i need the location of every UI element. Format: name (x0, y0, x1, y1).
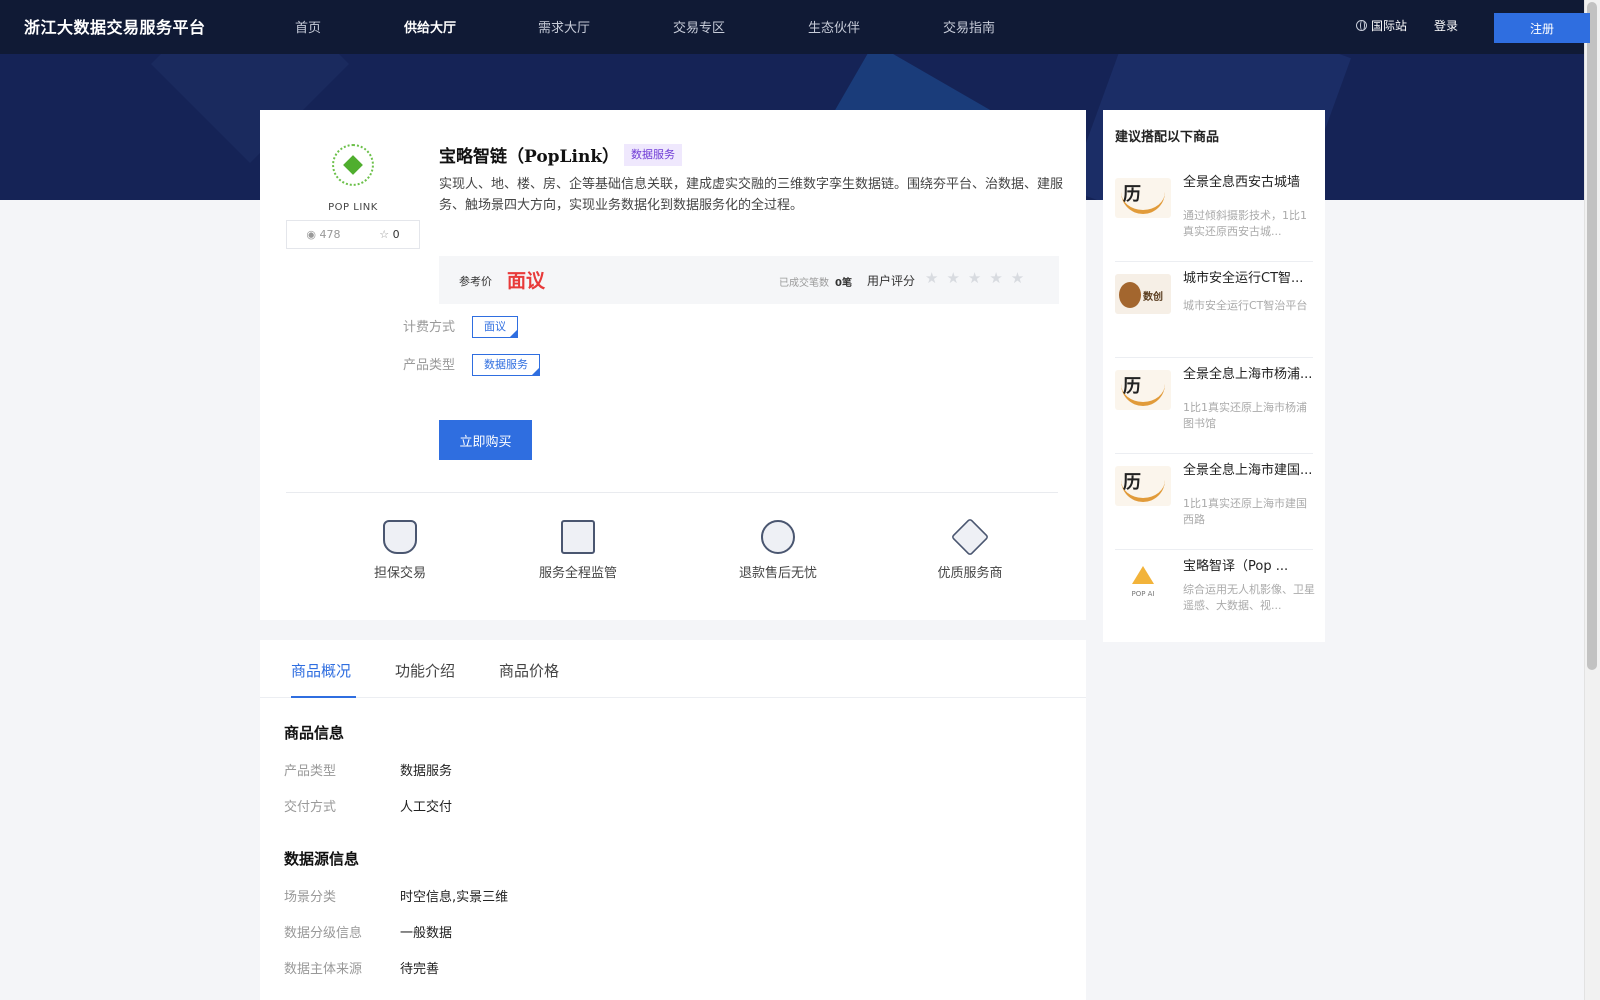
product-title: 宝略智链（PopLink） (439, 147, 620, 167)
star-count[interactable]: ☆ 0 (379, 228, 399, 241)
product-stats: ◉ 478 ☆ 0 (286, 220, 420, 249)
buy-now-button[interactable]: 立即购买 (439, 420, 532, 460)
feature-service-supervision: 服务全程监管 (518, 520, 638, 581)
tab-product-price[interactable]: 商品价格 (499, 660, 559, 681)
feature-refund-after-sales: 退款售后无忧 (718, 520, 838, 581)
feature-quality-provider: 优质服务商 (920, 517, 1020, 581)
info-row-value: 一般数据 (400, 926, 453, 941)
data-source-info-title: 数据源信息 (284, 850, 360, 868)
recommended-item-desc: 通过倾斜摄影技术，1比1真实还原西安古城... (1183, 209, 1307, 238)
info-row-label: 交付方式 (284, 800, 337, 815)
product-thumbnail: 历 (1115, 370, 1171, 410)
recommended-products-panel: 建议搭配以下商品 历 全景全息西安古城墙 通过倾斜摄影技术，1比1真实还原西安古… (1103, 110, 1325, 642)
recommended-item[interactable]: 数创 城市安全运行CT智... 城市安全运行CT智治平台 (1115, 262, 1313, 358)
recommended-item[interactable]: 历 全景全息上海市建国... 1比1真实还原上海市建国西路 (1115, 454, 1313, 550)
tab-divider (260, 697, 1086, 698)
tab-feature-intro[interactable]: 功能介绍 (395, 660, 455, 681)
info-row-label: 数据主体来源 (284, 962, 363, 977)
trade-count-value: 0笔 (835, 278, 852, 289)
shield-icon (383, 520, 417, 554)
recommended-item-name: 城市安全运行CT智... (1183, 271, 1304, 286)
info-row-value: 待完善 (400, 962, 440, 977)
recommended-item-desc: 1比1真实还原上海市杨浦图书馆 (1183, 401, 1307, 430)
product-card: POP LINK ◉ 478 ☆ 0 宝略智链（PopLink） 数据服务 实现… (260, 110, 1086, 620)
view-count-value: 478 (319, 228, 341, 241)
recommended-item-name: 全景全息上海市杨浦... (1183, 367, 1313, 382)
international-site-link[interactable]: 国际站 (1356, 17, 1407, 34)
recommended-item[interactable]: POP AI 宝略智译（Pop ... 综合运用无人机影像、卫星遥感、大数据、视… (1115, 550, 1315, 642)
feature-label: 服务全程监管 (538, 566, 617, 581)
tab-product-overview[interactable]: 商品概况 (291, 660, 351, 681)
feature-label: 优质服务商 (937, 566, 1003, 581)
price-panel: 参考价 面议 已成交笔数 0笔 用户评分 ★★★★★ (439, 256, 1059, 304)
recommended-item-desc: 1比1真实还原上海市建国西路 (1183, 497, 1307, 526)
product-thumbnail: 数创 (1115, 274, 1171, 314)
user-rating-label: 用户评分 (867, 274, 916, 288)
international-site-label: 国际站 (1371, 19, 1408, 33)
page-scrollbar-thumb[interactable] (1587, 2, 1597, 670)
site-brand[interactable]: 浙江大数据交易服务平台 (24, 14, 206, 38)
info-row-label: 数据分级信息 (284, 926, 363, 941)
star-count-value: 0 (392, 228, 400, 241)
divider (286, 492, 1058, 493)
product-thumbnail: 历 (1115, 466, 1171, 506)
info-row-value: 数据服务 (400, 764, 453, 779)
product-type-option[interactable]: 数据服务 (472, 354, 540, 376)
info-row-label: 场景分类 (284, 890, 337, 905)
feature-label: 退款售后无忧 (738, 566, 817, 581)
nav-item-trade-guide[interactable]: 交易指南 (943, 17, 995, 36)
reference-price-label: 参考价 (459, 275, 492, 288)
product-info-title: 商品信息 (284, 724, 345, 742)
feature-guaranteed-trade: 担保交易 (352, 520, 448, 581)
product-type-label: 产品类型 (403, 358, 456, 373)
billing-method-option[interactable]: 面议 (472, 316, 518, 338)
poplink-logo-icon (332, 144, 374, 186)
diamond-icon (950, 517, 990, 557)
nav-item-demand-hall[interactable]: 需求大厅 (538, 17, 590, 36)
top-navigation-bar: 浙江大数据交易服务平台 首页 供给大厅 需求大厅 交易专区 生态伙伴 交易指南 … (0, 0, 1590, 54)
product-detail-section: 商品概况 功能介绍 商品价格 商品信息 产品类型 数据服务 交付方式 人工交付 … (260, 640, 1086, 1000)
info-row-value: 人工交付 (400, 800, 453, 815)
nav-item-ecosystem-partners[interactable]: 生态伙伴 (808, 17, 860, 36)
view-count: ◉ 478 (306, 228, 341, 241)
info-row-value: 时空信息,实景三维 (400, 890, 509, 905)
product-thumbnail: POP AI (1115, 562, 1171, 602)
feature-label: 担保交易 (373, 566, 426, 581)
trade-count: 已成交笔数 0笔 (779, 274, 852, 289)
trade-count-label: 已成交笔数 (779, 278, 829, 289)
recommended-item-desc: 城市安全运行CT智治平台 (1183, 299, 1308, 312)
monitor-icon (561, 520, 595, 554)
active-tab-indicator (291, 696, 356, 698)
product-logo-text: POP LINK (328, 202, 378, 213)
rating-stars: ★★★★★ (925, 269, 1033, 287)
recommended-item[interactable]: 历 全景全息上海市杨浦... 1比1真实还原上海市杨浦图书馆 (1115, 358, 1313, 454)
info-row-label: 产品类型 (284, 764, 337, 779)
nav-item-home[interactable]: 首页 (295, 17, 321, 36)
recommended-item-name: 全景全息上海市建国... (1183, 463, 1313, 478)
product-type-badge: 数据服务 (624, 144, 682, 166)
nav-item-trade-zone[interactable]: 交易专区 (673, 17, 725, 36)
reference-price-value: 面议 (507, 270, 546, 292)
chat-icon (761, 520, 795, 554)
recommended-title: 建议搭配以下商品 (1115, 130, 1220, 145)
product-description: 实现人、地、楼、房、企等基础信息关联，建成虚实交融的三维数字孪生数据链。围绕夯平… (439, 177, 1064, 213)
recommended-item-name: 全景全息西安古城墙 (1183, 175, 1301, 190)
register-button[interactable]: 注册 (1494, 13, 1590, 43)
globe-icon (1356, 20, 1367, 31)
recommended-item-desc: 综合运用无人机影像、卫星遥感、大数据、视... (1183, 583, 1315, 612)
recommended-item[interactable]: 历 全景全息西安古城墙 通过倾斜摄影技术，1比1真实还原西安古城... (1115, 166, 1313, 262)
login-link[interactable]: 登录 (1434, 17, 1458, 34)
billing-method-label: 计费方式 (403, 320, 456, 335)
recommended-item-name: 宝略智译（Pop ... (1183, 559, 1289, 574)
nav-item-supply-hall[interactable]: 供给大厅 (404, 17, 456, 36)
product-thumbnail: 历 (1115, 178, 1171, 218)
